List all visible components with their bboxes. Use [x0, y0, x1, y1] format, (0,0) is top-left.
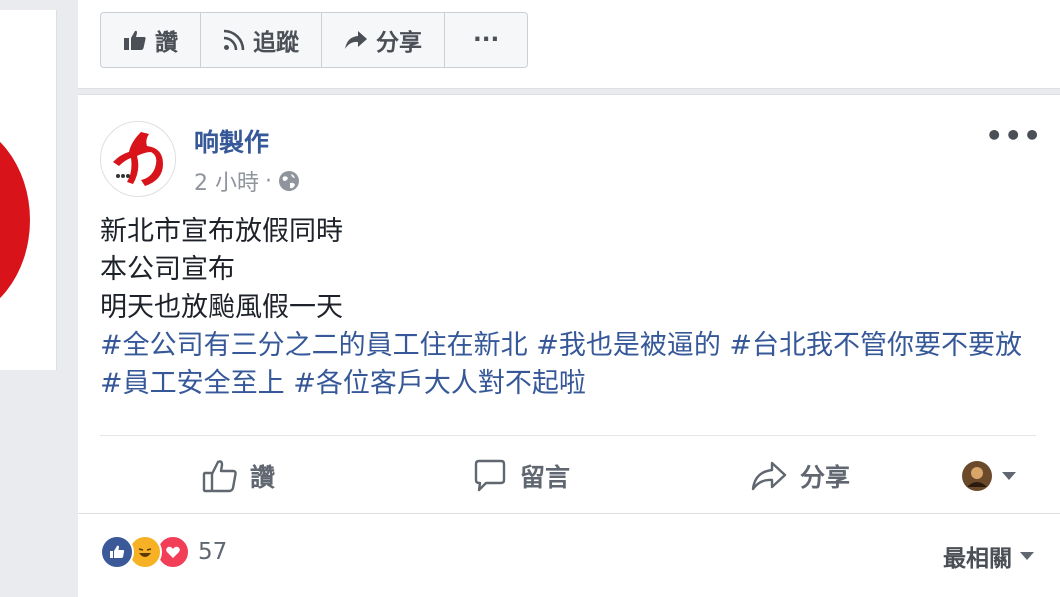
left-sidebar-card	[0, 10, 57, 370]
post-action-bar: 讚 留言 分享	[78, 445, 1060, 507]
comment-sort-dropdown[interactable]: 最相關	[943, 539, 1034, 573]
thumbs-up-outline-icon	[202, 460, 237, 493]
post-options-button[interactable]: •••	[985, 119, 1042, 152]
more-options-button[interactable]: ···	[445, 13, 527, 67]
follow-label: 追蹤	[253, 30, 299, 56]
reaction-summary[interactable]: 57	[100, 535, 227, 569]
share-outline-icon	[751, 461, 787, 491]
page-share-label: 分享	[376, 30, 422, 56]
like-label: 讚	[250, 463, 276, 492]
divider	[100, 435, 1036, 436]
post-hashtags[interactable]: #全公司有三分之二的員工住在新北 #我也是被逼的 #台北我不管你要不要放 #員工…	[100, 327, 1030, 403]
share-button[interactable]: 分享	[750, 445, 850, 507]
share-label: 分享	[800, 463, 851, 492]
post-time[interactable]: 2 小時	[194, 165, 259, 197]
page-share-button[interactable]: 分享	[322, 13, 445, 67]
thumbs-up-icon	[124, 30, 146, 50]
post-line: 新北市宣布放假同時	[100, 216, 343, 247]
meta-separator: ·	[265, 168, 272, 194]
page-like-label: 讚	[155, 30, 178, 56]
like-reaction-icon	[100, 535, 134, 569]
post-card: 响製作 2 小時 · ••• 新北市宣布放假同時 本公司宣布 明天也放颱風假一天…	[78, 94, 1060, 597]
brand-logo	[101, 122, 175, 196]
post-as-selector[interactable]	[962, 445, 1016, 507]
post-content: 新北市宣布放假同時 本公司宣布 明天也放颱風假一天 #全公司有三分之二的員工住在…	[100, 213, 1030, 403]
more-label: ···	[473, 27, 500, 53]
previous-post-card: 讚 追蹤 分享 ···	[78, 0, 1060, 89]
post-line: 本公司宣布	[100, 254, 235, 285]
comment-button[interactable]: 留言	[472, 445, 570, 507]
post-line: 明天也放颱風假一天	[100, 292, 343, 323]
follow-button[interactable]: 追蹤	[201, 13, 322, 67]
caret-down-icon	[1002, 472, 1016, 480]
rss-icon	[223, 29, 245, 51]
comment-label: 留言	[520, 463, 571, 492]
share-arrow-icon	[345, 31, 367, 49]
caret-down-icon	[1020, 552, 1034, 560]
like-button[interactable]: 讚	[202, 445, 275, 507]
sort-label: 最相關	[943, 546, 1012, 572]
page-like-button[interactable]: 讚	[101, 13, 201, 67]
red-graphic	[0, 120, 30, 320]
divider	[78, 513, 1060, 514]
page-name-link[interactable]: 响製作	[194, 123, 269, 159]
page-action-buttons: 讚 追蹤 分享 ···	[100, 12, 529, 68]
page-avatar[interactable]	[100, 121, 176, 197]
post-meta: 2 小時 ·	[194, 165, 300, 197]
user-avatar	[962, 461, 992, 491]
reaction-count: 57	[198, 539, 228, 565]
globe-icon	[279, 171, 299, 191]
comment-icon	[474, 459, 506, 492]
